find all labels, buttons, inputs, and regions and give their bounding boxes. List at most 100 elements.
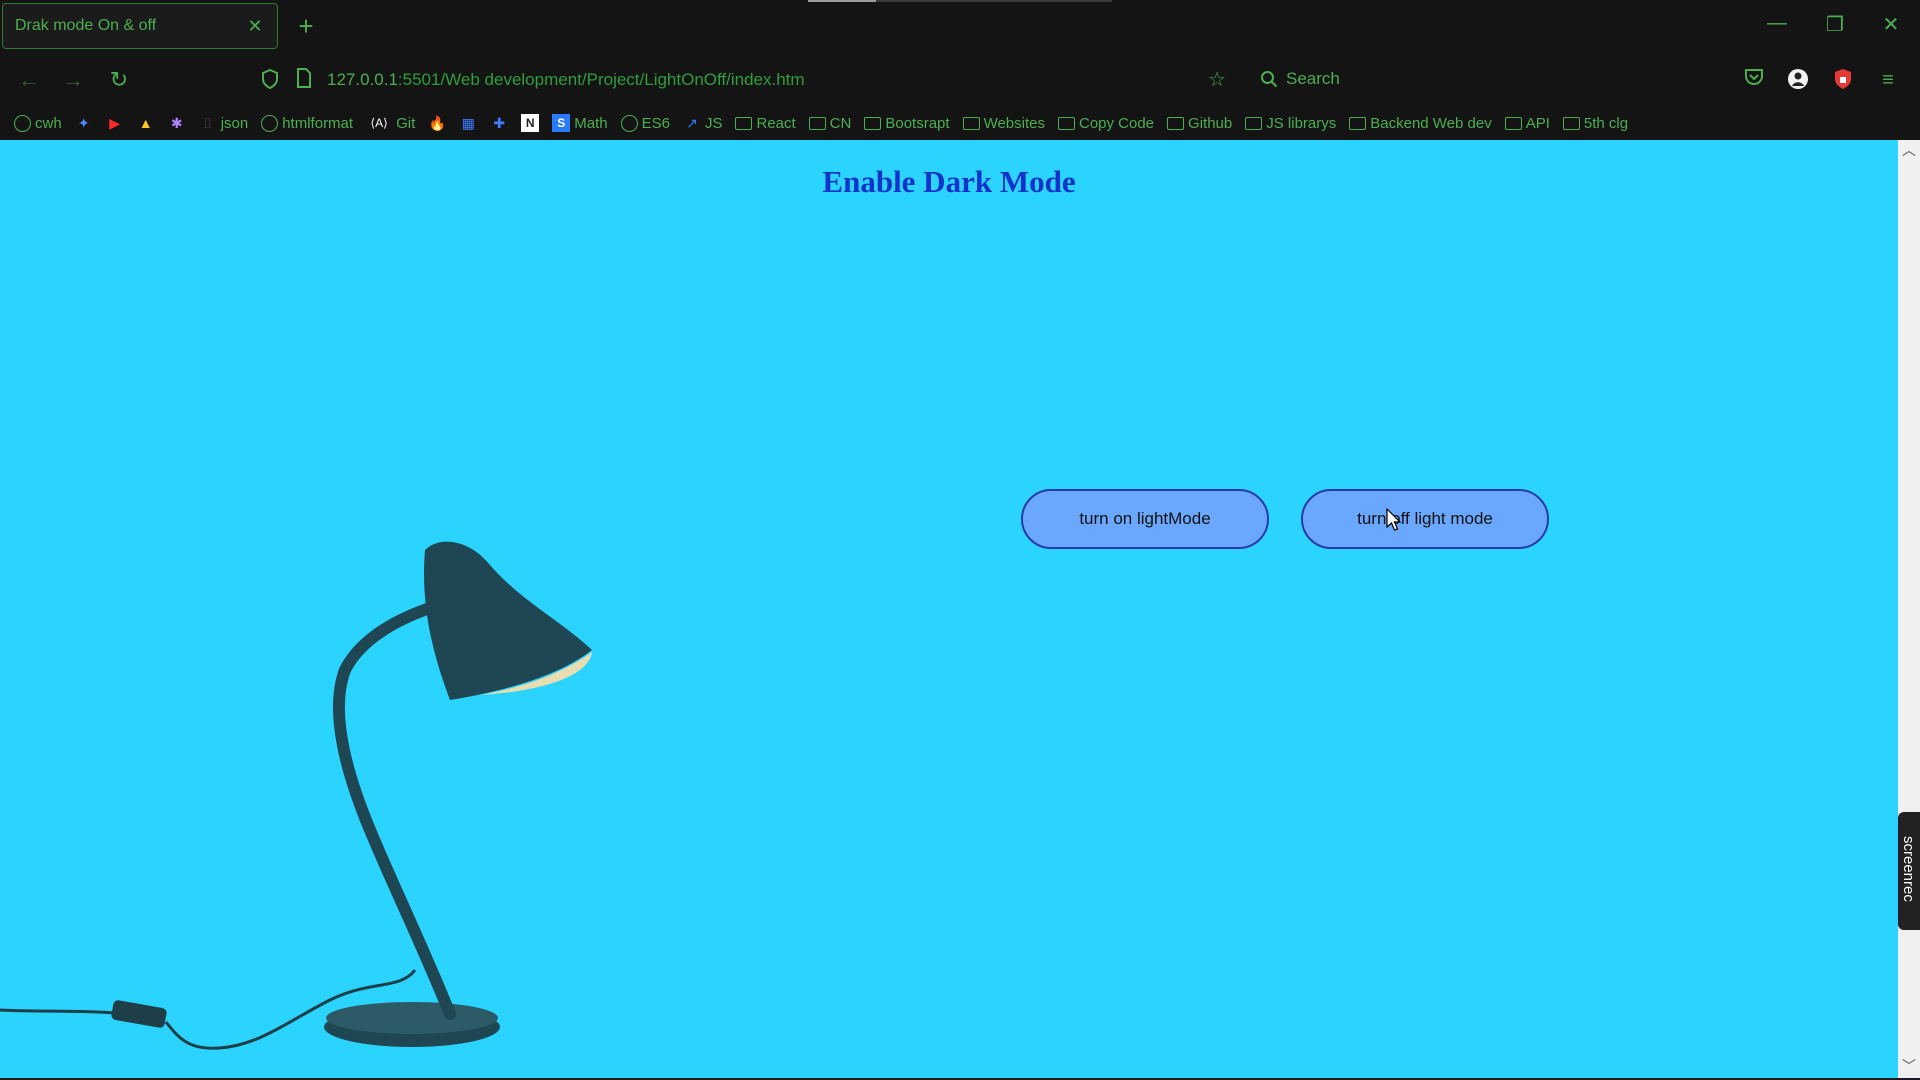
search-icon <box>1261 71 1278 88</box>
drag-indicator-track <box>876 0 1112 2</box>
turn-on-light-mode-button[interactable]: turn on lightMode <box>1021 489 1269 549</box>
folder-icon <box>1057 116 1075 130</box>
app4-icon: ✚ <box>493 115 506 131</box>
fire-icon: 🔥 <box>428 115 446 131</box>
bookmark-label: Github <box>1188 114 1233 132</box>
folder-icon <box>1167 116 1185 130</box>
bookmark-math[interactable]: S Math <box>552 114 608 132</box>
browser-window: Drak mode On & off ✕ + — ❐ ✕ ← → ↻ 127.0… <box>0 0 1920 1080</box>
turn-off-light-mode-button[interactable]: turn off light mode <box>1301 489 1549 549</box>
tab-close-icon[interactable]: ✕ <box>245 16 265 37</box>
bookmark-git[interactable]: ⟨A⟩ Git <box>366 114 415 132</box>
bookmark-js[interactable]: ↗ JS <box>683 114 722 132</box>
folder-icon <box>1245 116 1263 130</box>
app3-icon: ▦ <box>461 115 475 131</box>
bookmark-label: json <box>220 114 249 132</box>
folder-icon <box>735 116 753 130</box>
new-tab-button[interactable]: + <box>292 12 320 40</box>
bookmark-websites[interactable]: Websites <box>962 114 1045 132</box>
bookmark-app4[interactable]: ✚ <box>490 114 508 132</box>
youtube-icon: ▶ <box>109 115 121 131</box>
bookmark-label: Math <box>574 114 608 132</box>
extension-shield-icon[interactable] <box>1831 68 1855 92</box>
bookmark-label: Copy Code <box>1078 114 1155 132</box>
bookmark-label: Git <box>396 114 416 132</box>
desk-lamp-image <box>0 541 592 1050</box>
page-heading: Enable Dark Mode <box>822 164 1076 199</box>
code-icon: ⟨A⟩ <box>370 116 388 130</box>
bookmark-app3[interactable]: ▦ <box>459 114 477 132</box>
menu-icon[interactable]: ≡ <box>1876 68 1900 92</box>
bookmark-5th-clg[interactable]: 5th clg <box>1562 114 1629 132</box>
pocket-icon[interactable] <box>1742 68 1766 92</box>
bookmark-htmlformat[interactable]: htmlformat <box>261 114 353 132</box>
bookmark-copy-code[interactable]: Copy Code <box>1057 114 1155 132</box>
bookmarks-bar: cwh ✦ ▶ ▲ ✱ ⌷ json htmlformat ⟨A⟩ Git 🔥 ▦ ✚ N S Math ES6… <box>0 106 1920 140</box>
globe-icon <box>14 114 31 132</box>
bookmark-label: Bootsrapt <box>885 114 950 132</box>
folder-icon <box>1504 116 1522 130</box>
bookmark-label: 5th clg <box>1583 114 1629 132</box>
bookmark-label: React <box>756 114 796 132</box>
back-button[interactable]: ← <box>14 66 44 94</box>
shield-icon[interactable] <box>258 68 282 92</box>
drag-indicator <box>808 0 876 2</box>
bookmark-youtube[interactable]: ▶ <box>106 114 124 132</box>
folder-icon <box>1562 116 1580 130</box>
search-placeholder: Search <box>1286 69 1340 88</box>
bookmark-drive[interactable]: ▲ <box>137 114 155 132</box>
bookmark-js-librarys[interactable]: JS librarys <box>1245 115 1336 132</box>
js-icon: ↗ <box>686 115 698 131</box>
bookmark-notion[interactable]: N <box>521 114 540 132</box>
globe-icon <box>261 114 279 132</box>
app2-icon: ✱ <box>170 115 183 131</box>
minimize-button[interactable]: — <box>1762 12 1792 35</box>
url-bar[interactable]: 127.0.0.1:5501/Web development/Project/L… <box>327 70 805 90</box>
page-info-icon[interactable] <box>292 68 316 92</box>
math-icon: S <box>552 114 571 132</box>
bookmark-backend-web-dev[interactable]: Backend Web dev <box>1349 114 1492 132</box>
folder-icon <box>808 116 826 130</box>
bookmark-label: ES6 <box>641 114 670 132</box>
tab-title: Drak mode On & off <box>15 17 157 34</box>
reload-button[interactable]: ↻ <box>104 66 134 94</box>
bookmark-label: Websites <box>983 114 1045 132</box>
mouse-cursor-icon <box>1386 508 1402 531</box>
tab-active[interactable]: Drak mode On & off ✕ <box>2 3 278 49</box>
json-icon: ⌷ <box>203 115 212 131</box>
bookmark-label: CN <box>829 114 852 132</box>
title-bar: Drak mode On & off ✕ + — ❐ ✕ <box>0 0 1920 54</box>
app-icon: ✦ <box>77 115 90 131</box>
bookmark-github[interactable]: Github <box>1167 115 1232 132</box>
bookmark-es6[interactable]: ES6 <box>620 114 670 132</box>
bookmark-cn[interactable]: CN <box>808 114 852 132</box>
close-window-button[interactable]: ✕ <box>1876 12 1906 37</box>
notion-icon: N <box>521 114 540 132</box>
bookmark-json[interactable]: ⌷ json <box>199 114 249 132</box>
scroll-down-icon[interactable]: ﹀ <box>1898 1056 1920 1076</box>
restore-button[interactable]: ❐ <box>1820 12 1850 37</box>
folder-icon <box>1349 116 1367 130</box>
bookmark-app[interactable]: ✦ <box>75 114 93 132</box>
bookmark-cwh[interactable]: cwh <box>14 114 62 132</box>
forward-button[interactable]: → <box>58 66 88 94</box>
bookmark-star-icon[interactable]: ☆ <box>1205 68 1229 92</box>
globe-icon <box>620 114 638 132</box>
bookmark-react[interactable]: React <box>735 114 796 132</box>
vertical-scrollbar[interactable]: ︿ ﹀ <box>1898 140 1920 1078</box>
bookmark-api[interactable]: API <box>1504 115 1550 132</box>
drive-icon: ▲ <box>138 115 153 131</box>
bookmark-fire[interactable]: 🔥 <box>428 114 446 132</box>
bookmark-label: cwh <box>35 114 62 132</box>
url-host: 127.0.0.1 <box>327 70 398 89</box>
page-content: Enable Dark Mode turn on lightMode turn … <box>0 140 1898 1078</box>
scroll-up-icon[interactable]: ︿ <box>1898 140 1920 160</box>
folder-icon <box>962 116 980 130</box>
bookmark-label: Backend Web dev <box>1370 114 1492 132</box>
account-icon[interactable] <box>1786 68 1810 92</box>
search-box[interactable]: Search <box>1260 69 1340 89</box>
screenrec-label: screenrec <box>1900 836 1917 902</box>
url-path: :5501/Web development/Project/LightOnOff… <box>397 70 805 89</box>
bookmark-app2[interactable]: ✱ <box>168 114 186 132</box>
bookmark-bootsrapt[interactable]: Bootsrapt <box>864 114 950 132</box>
